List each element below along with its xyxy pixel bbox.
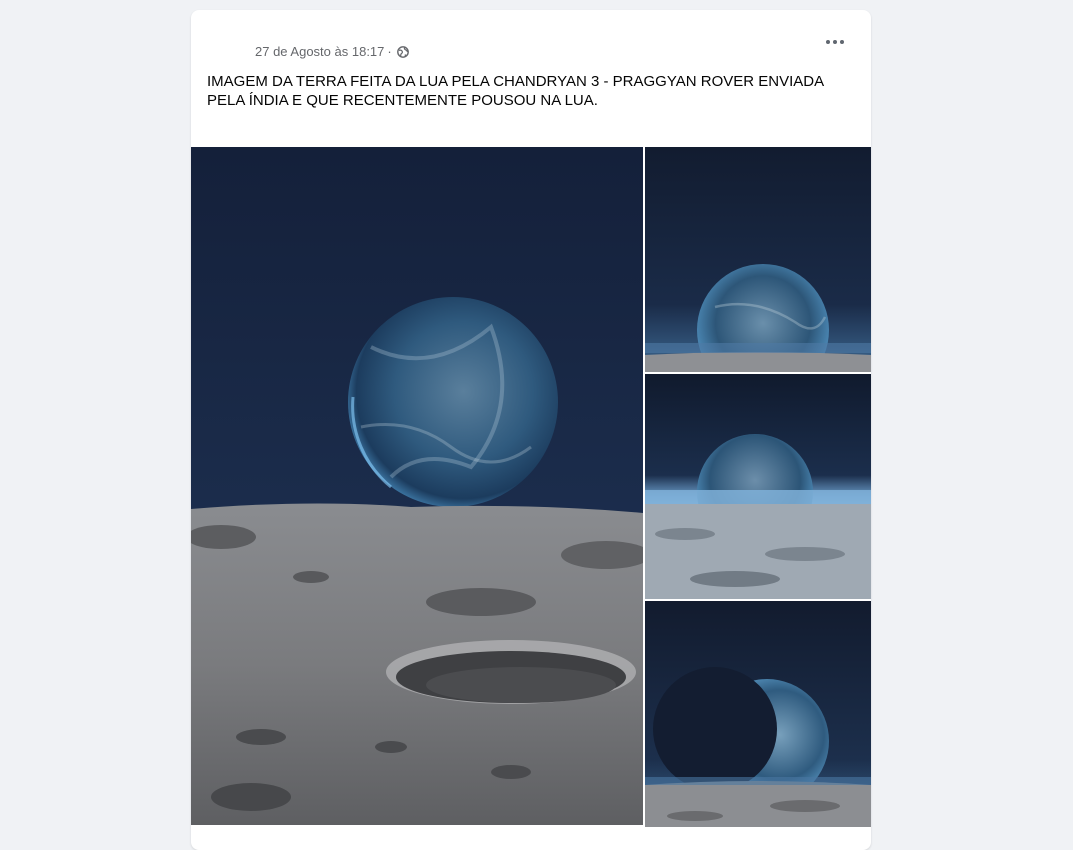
photo-earth-over-moon-crater[interactable]: [191, 147, 643, 825]
meta-separator: ·: [387, 44, 392, 59]
post-timestamp[interactable]: 27 de Agosto às 18:17: [255, 44, 384, 59]
more-options-icon[interactable]: [819, 32, 851, 52]
post-meta: 27 de Agosto às 18:17 ·: [255, 44, 409, 59]
menu-dot: [826, 40, 830, 44]
photo-earth-blue-horizon[interactable]: [645, 374, 871, 599]
menu-dot: [833, 40, 837, 44]
post-text: IMAGEM DA TERRA FEITA DA LUA PELA CHANDR…: [207, 73, 824, 109]
photo-earth-crescent-moon[interactable]: [645, 601, 871, 827]
post-card: 27 de Agosto às 18:17 · IMAGEM DA TERRA …: [191, 10, 871, 850]
menu-dot: [840, 40, 844, 44]
photo-earth-horizon-small[interactable]: [645, 147, 871, 372]
globe-icon: [396, 45, 409, 58]
